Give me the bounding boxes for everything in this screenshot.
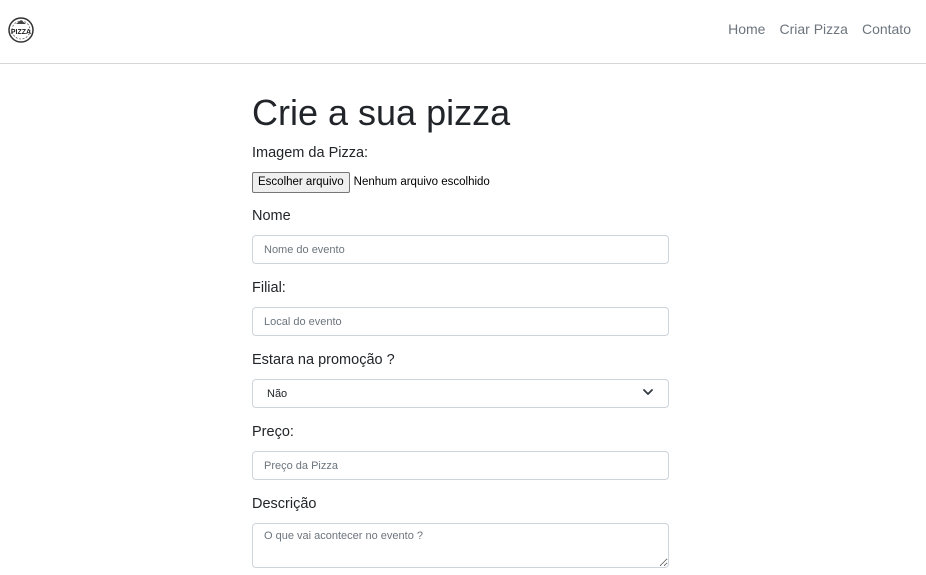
nav-link-criar-pizza[interactable]: Criar Pizza	[779, 21, 847, 37]
promotion-selected-value: Não	[267, 387, 288, 400]
price-label: Preço:	[252, 424, 294, 440]
nav-link-home[interactable]: Home	[728, 21, 765, 37]
chevron-down-icon	[642, 386, 654, 401]
file-input: Escolher arquivo Nenhum arquivo escolhid…	[252, 171, 490, 193]
nav-link-contato[interactable]: Contato	[862, 21, 911, 37]
branch-label: Filial:	[252, 280, 286, 296]
promotion-label: Estara na promoção ?	[252, 352, 395, 368]
price-input[interactable]	[252, 451, 669, 480]
promotion-select[interactable]: Não	[252, 379, 669, 408]
logo-text: PIZZA	[11, 29, 31, 36]
branch-input[interactable]	[252, 307, 669, 336]
file-status: Nenhum arquivo escolhido	[353, 176, 490, 188]
pizza-logo-icon[interactable]: PIZZA	[6, 15, 36, 45]
page-title: Crie a sua pizza	[252, 92, 511, 133]
name-label: Nome	[252, 208, 291, 224]
nav-links: Home Criar Pizza Contato	[728, 21, 911, 37]
description-label: Descrição	[252, 496, 317, 512]
image-label: Imagem da Pizza:	[252, 145, 369, 161]
navbar: PIZZA Home Criar Pizza Contato	[0, 0, 926, 64]
description-textarea[interactable]	[252, 523, 669, 568]
choose-file-button[interactable]: Escolher arquivo	[252, 171, 350, 193]
name-input[interactable]	[252, 235, 669, 264]
